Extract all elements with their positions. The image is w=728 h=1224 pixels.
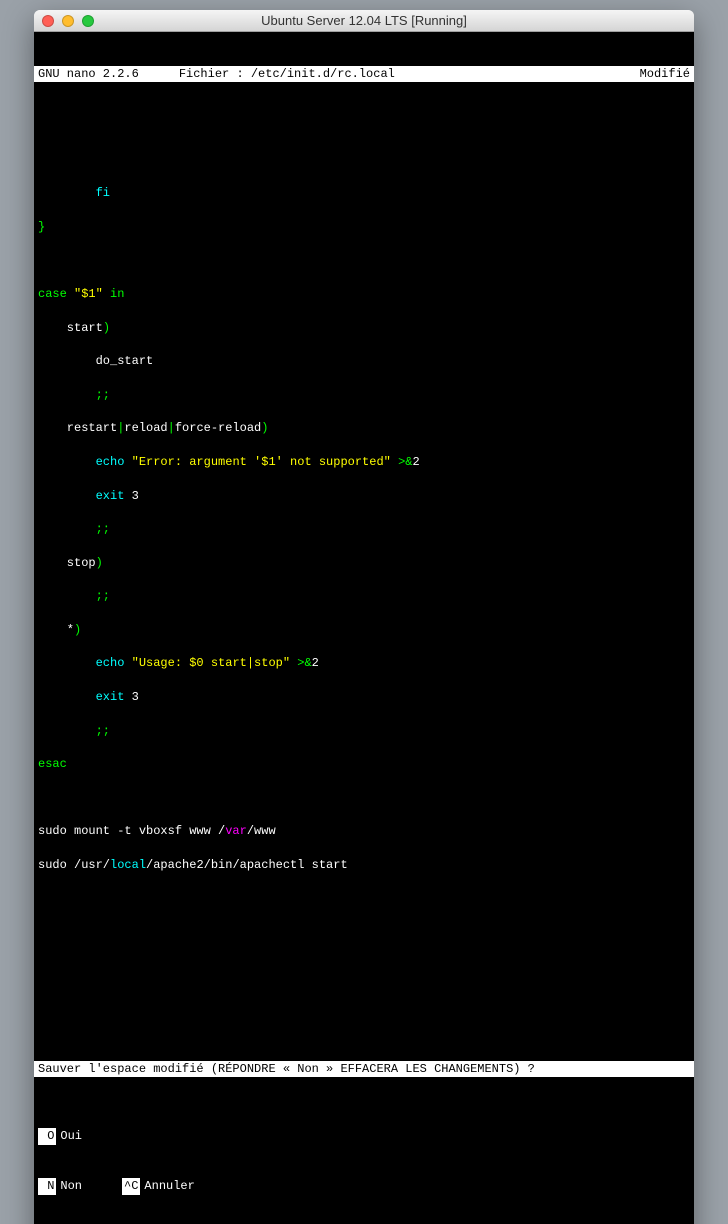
nano-prompt: Sauver l'espace modifié (RÉPONDRE « Non … (34, 1061, 694, 1078)
code-line: do_start (38, 353, 690, 370)
code-line: stop) (38, 555, 690, 572)
code-line: start) (38, 320, 690, 337)
code-line: echo "Usage: $0 start|stop" >&2 (38, 655, 690, 672)
code-line: esac (38, 756, 690, 773)
code-line: fi (38, 185, 690, 202)
shortcut-key: O (38, 1128, 56, 1145)
shortcut-yes[interactable]: O Oui (38, 1128, 82, 1145)
code-line: case "$1" in (38, 286, 690, 303)
nano-status: Modifié (640, 66, 690, 83)
code-line: ;; (38, 521, 690, 538)
traffic-lights (42, 15, 94, 27)
code-line: ;; (38, 723, 690, 740)
close-icon[interactable] (42, 15, 54, 27)
nano-file: Fichier : /etc/init.d/rc.local (179, 66, 640, 83)
code-line: *) (38, 622, 690, 639)
window-title: Ubuntu Server 12.04 LTS [Running] (34, 13, 694, 28)
shortcut-label: Non (60, 1178, 82, 1195)
shortcut-key: ^C (122, 1178, 140, 1195)
titlebar[interactable]: Ubuntu Server 12.04 LTS [Running] (34, 10, 694, 32)
code-line: exit 3 (38, 488, 690, 505)
code-line: ;; (38, 588, 690, 605)
shortcut-label: Oui (60, 1128, 82, 1145)
code-line: restart|reload|force-reload) (38, 420, 690, 437)
prompt-text: Sauver l'espace modifié (RÉPONDRE « Non … (38, 1062, 542, 1076)
code-line: sudo mount -t vboxsf www /var/www (38, 823, 690, 840)
vm-window: Ubuntu Server 12.04 LTS [Running] GNU na… (34, 10, 694, 1224)
nano-shortcuts-row2: N Non ^C Annuler (34, 1178, 694, 1195)
zoom-icon[interactable] (82, 15, 94, 27)
shortcut-cancel[interactable]: ^C Annuler (122, 1178, 195, 1195)
code-line: sudo /usr/local/apache2/bin/apachectl st… (38, 857, 690, 874)
editor-content[interactable]: fi } case "$1" in start) do_start ;; res… (34, 133, 694, 1010)
nano-shortcuts: O Oui (34, 1128, 694, 1145)
code-line: echo "Error: argument '$1' not supported… (38, 454, 690, 471)
shortcut-key: N (38, 1178, 56, 1195)
shortcut-label: Annuler (144, 1178, 194, 1195)
code-line: exit 3 (38, 689, 690, 706)
cursor-icon (542, 1062, 550, 1076)
code-line: } (38, 219, 690, 236)
nano-header: GNU nano 2.2.6 Fichier : /etc/init.d/rc.… (34, 66, 694, 83)
terminal[interactable]: GNU nano 2.2.6 Fichier : /etc/init.d/rc.… (34, 32, 694, 1224)
minimize-icon[interactable] (62, 15, 74, 27)
nano-version: GNU nano 2.2.6 (38, 66, 179, 83)
shortcut-no[interactable]: N Non (38, 1178, 82, 1195)
code-line: ;; (38, 387, 690, 404)
